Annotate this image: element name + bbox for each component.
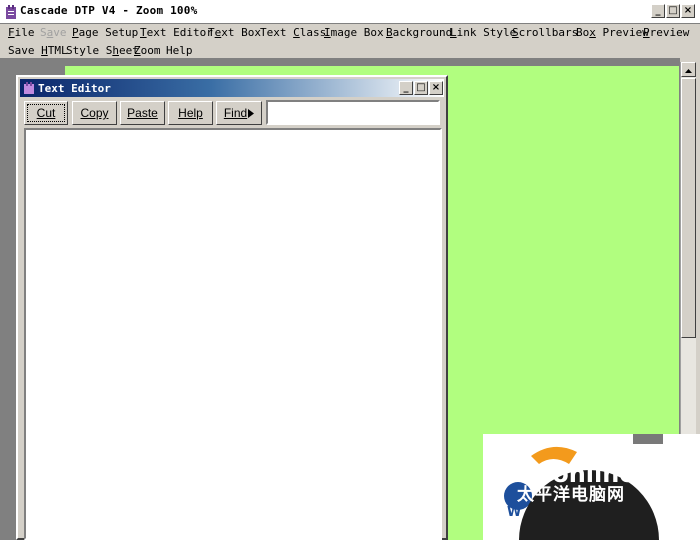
watermark-chinese: 太平洋电脑网 [517, 484, 625, 505]
watermark-domain: .com.cn [633, 475, 669, 485]
menu-item-accelerator: B [386, 26, 393, 39]
pixel-accent [633, 434, 663, 444]
editor-close-button[interactable]: × [429, 81, 443, 95]
menu-item-accelerator: P [72, 26, 79, 39]
menu-item-box-preview[interactable]: Box Preview [576, 26, 649, 39]
maximize-button[interactable]: □ [666, 4, 680, 18]
arrow-right-icon [248, 109, 255, 118]
menu-item-text-editor[interactable]: Text Editor [140, 26, 213, 39]
pconline-watermark: W PConline .com.cn 太平洋电脑网 [483, 434, 700, 540]
menu-item-text: ink Style [456, 26, 517, 39]
menu-item-link-style[interactable]: Link Style [450, 26, 516, 39]
watermark-brand: PConline [517, 460, 636, 488]
menu-item-background[interactable]: Background [386, 26, 452, 39]
scroll-up-button[interactable] [681, 62, 696, 77]
menu-item-text: ackground [392, 26, 453, 39]
menu-item-save-html[interactable]: Save HTML [8, 44, 68, 57]
cut-label: Cut [36, 106, 56, 120]
menu-item-file[interactable]: File [8, 26, 35, 39]
editor-app-icon [24, 82, 34, 94]
menu-item-accelerator: C [293, 26, 300, 39]
close-button[interactable]: × [681, 4, 695, 18]
menu-item-preview[interactable]: Preview [643, 26, 689, 39]
menu-item-text: Save [8, 44, 42, 57]
menu-item-text: TML [47, 44, 68, 57]
menu-item-text: crollbars [518, 26, 579, 39]
menu-item-scrollbars[interactable]: Scrollbars [512, 26, 578, 39]
minimize-button[interactable]: _ [651, 4, 665, 18]
menu-item-style-sheet[interactable]: Style Sheet [66, 44, 139, 57]
menu-item-text: Text [260, 26, 294, 39]
menu-item-save[interactable]: Save [40, 26, 67, 39]
text-editor-title: Text Editor [38, 82, 111, 95]
menu-item-accelerator: Z [134, 44, 141, 57]
help-label: Help [178, 106, 203, 120]
menu-item-accelerator: S [512, 26, 519, 39]
help-button[interactable]: Help [168, 101, 213, 125]
menu-item-zoom[interactable]: Zoom [134, 44, 161, 57]
editor-text-area[interactable] [24, 128, 442, 540]
menu-item-help[interactable]: Help [166, 44, 193, 57]
arrow-up-icon [685, 69, 692, 73]
menu-item-accelerator: T [140, 26, 147, 39]
watermark-letter: W [507, 505, 521, 520]
editor-window-controls: _ □ × [398, 81, 443, 95]
menu-item-text: S [40, 26, 47, 39]
menu-item-accelerator: x [589, 26, 596, 39]
copy-button[interactable]: Copy [72, 101, 117, 125]
find-button[interactable]: Find [216, 101, 262, 125]
menu-item-text: Help [166, 44, 193, 57]
menu-item-text: mage Box [330, 26, 384, 39]
menu-item-text-class[interactable]: Text Class [260, 26, 326, 39]
menu-item-text: Style S [66, 44, 113, 57]
menu-item-image-box[interactable]: Image Box [324, 26, 384, 39]
paste-label: Paste [127, 106, 158, 120]
text-editor-window: Text Editor _ □ × Cut Copy Paste Help Fi… [16, 75, 448, 540]
menu-item-text: ext Editor [146, 26, 213, 39]
menu-item-text: age Setup [78, 26, 139, 39]
find-label: Find [223, 106, 248, 120]
menu-item-text: review [649, 26, 690, 39]
menu-item-accelerator: L [450, 26, 457, 39]
app-title-bar: Cascade DTP V4 - Zoom 100% _ □ × [0, 0, 700, 24]
menu-item-accelerator: H [41, 44, 48, 57]
menu-item-page-setup[interactable]: Page Setup [72, 26, 138, 39]
menu-item-text: ile [14, 26, 35, 39]
app-title: Cascade DTP V4 - Zoom 100% [20, 4, 198, 17]
text-editor-title-bar[interactable]: Text Editor _ □ × [20, 79, 444, 97]
app-icon [6, 5, 16, 19]
menu-item-accelerator: P [643, 26, 650, 39]
menu-item-text: T [208, 26, 215, 39]
copy-label: Copy [80, 106, 109, 120]
find-input[interactable] [266, 100, 440, 125]
menu-item-text: xt Box [221, 26, 261, 39]
scrollbar-thumb[interactable] [681, 78, 696, 338]
menu-item-accelerator: h [112, 44, 119, 57]
app-window-controls: _ □ × [650, 4, 695, 18]
editor-minimize-button[interactable]: _ [399, 81, 413, 95]
menu-item-text-box[interactable]: Text Box [208, 26, 261, 39]
menu-bar-row-1: File Save Page Setup Text Editor Text Box Tex… [0, 24, 700, 42]
menu-item-text: Preview [595, 26, 649, 39]
menu-item-accelerator: F [8, 26, 15, 39]
menu-item-text: oom [140, 44, 161, 57]
paste-button[interactable]: Paste [120, 101, 165, 125]
menu-item-accelerator: I [324, 26, 331, 39]
menu-item-text: lass [299, 26, 327, 39]
menu-item-text: Bo [576, 26, 590, 39]
editor-maximize-button[interactable]: □ [414, 81, 428, 95]
cut-button[interactable]: Cut [24, 101, 68, 125]
menu-item-text: ve [53, 26, 67, 39]
